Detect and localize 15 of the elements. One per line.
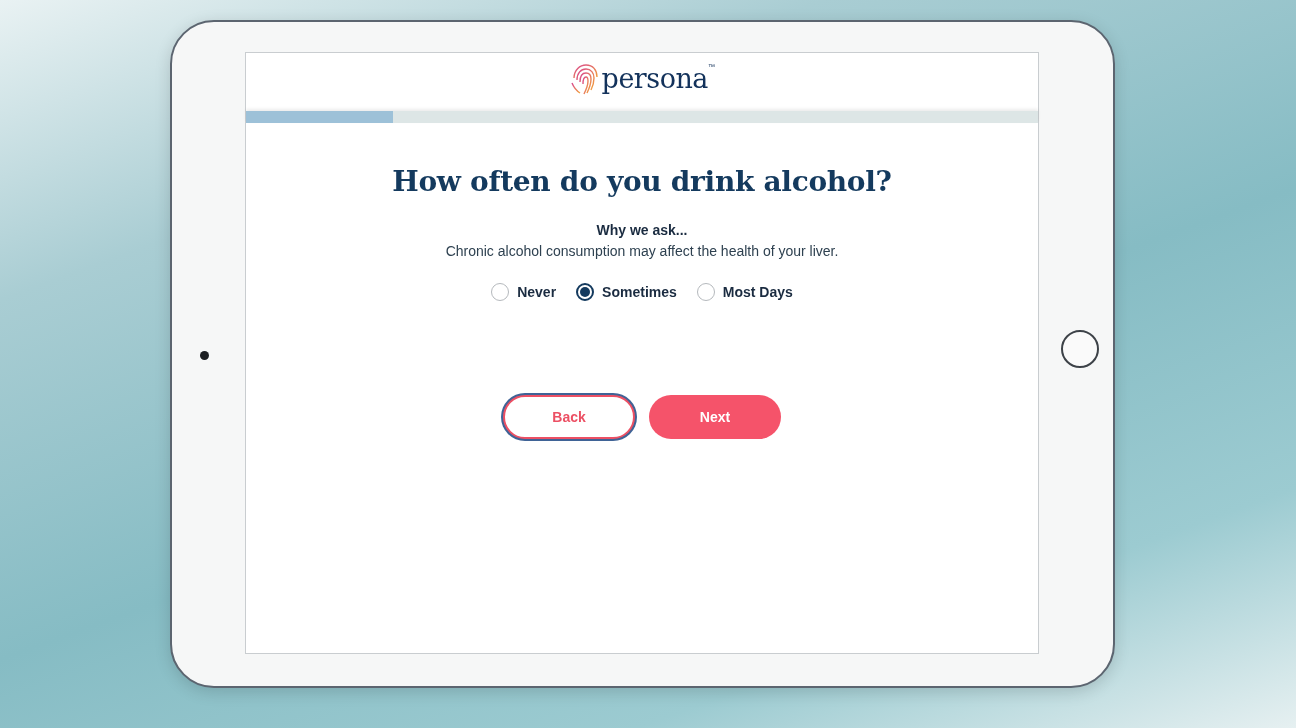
option-label: Sometimes xyxy=(602,283,677,300)
radio-option[interactable]: Never xyxy=(491,282,557,301)
why-text: Chronic alcohol consumption may affect the health of your liver. xyxy=(445,242,839,259)
option-label: Most Days xyxy=(722,283,793,300)
option-label: Never xyxy=(517,283,557,300)
fingerprint-logo-icon xyxy=(569,61,600,96)
question-title: How often do you drink alcohol? xyxy=(392,164,892,198)
radio-circle[interactable] xyxy=(576,282,595,301)
radio-option[interactable]: Sometimes xyxy=(576,282,677,301)
camera-dot xyxy=(199,351,209,360)
brand-name: persona$^{™}$ xyxy=(601,63,715,94)
back-button[interactable]: Back xyxy=(503,394,635,439)
radio-option[interactable]: Most Days xyxy=(696,282,793,301)
why-heading: Why we ask... xyxy=(596,221,688,238)
home-button[interactable] xyxy=(1060,330,1099,368)
